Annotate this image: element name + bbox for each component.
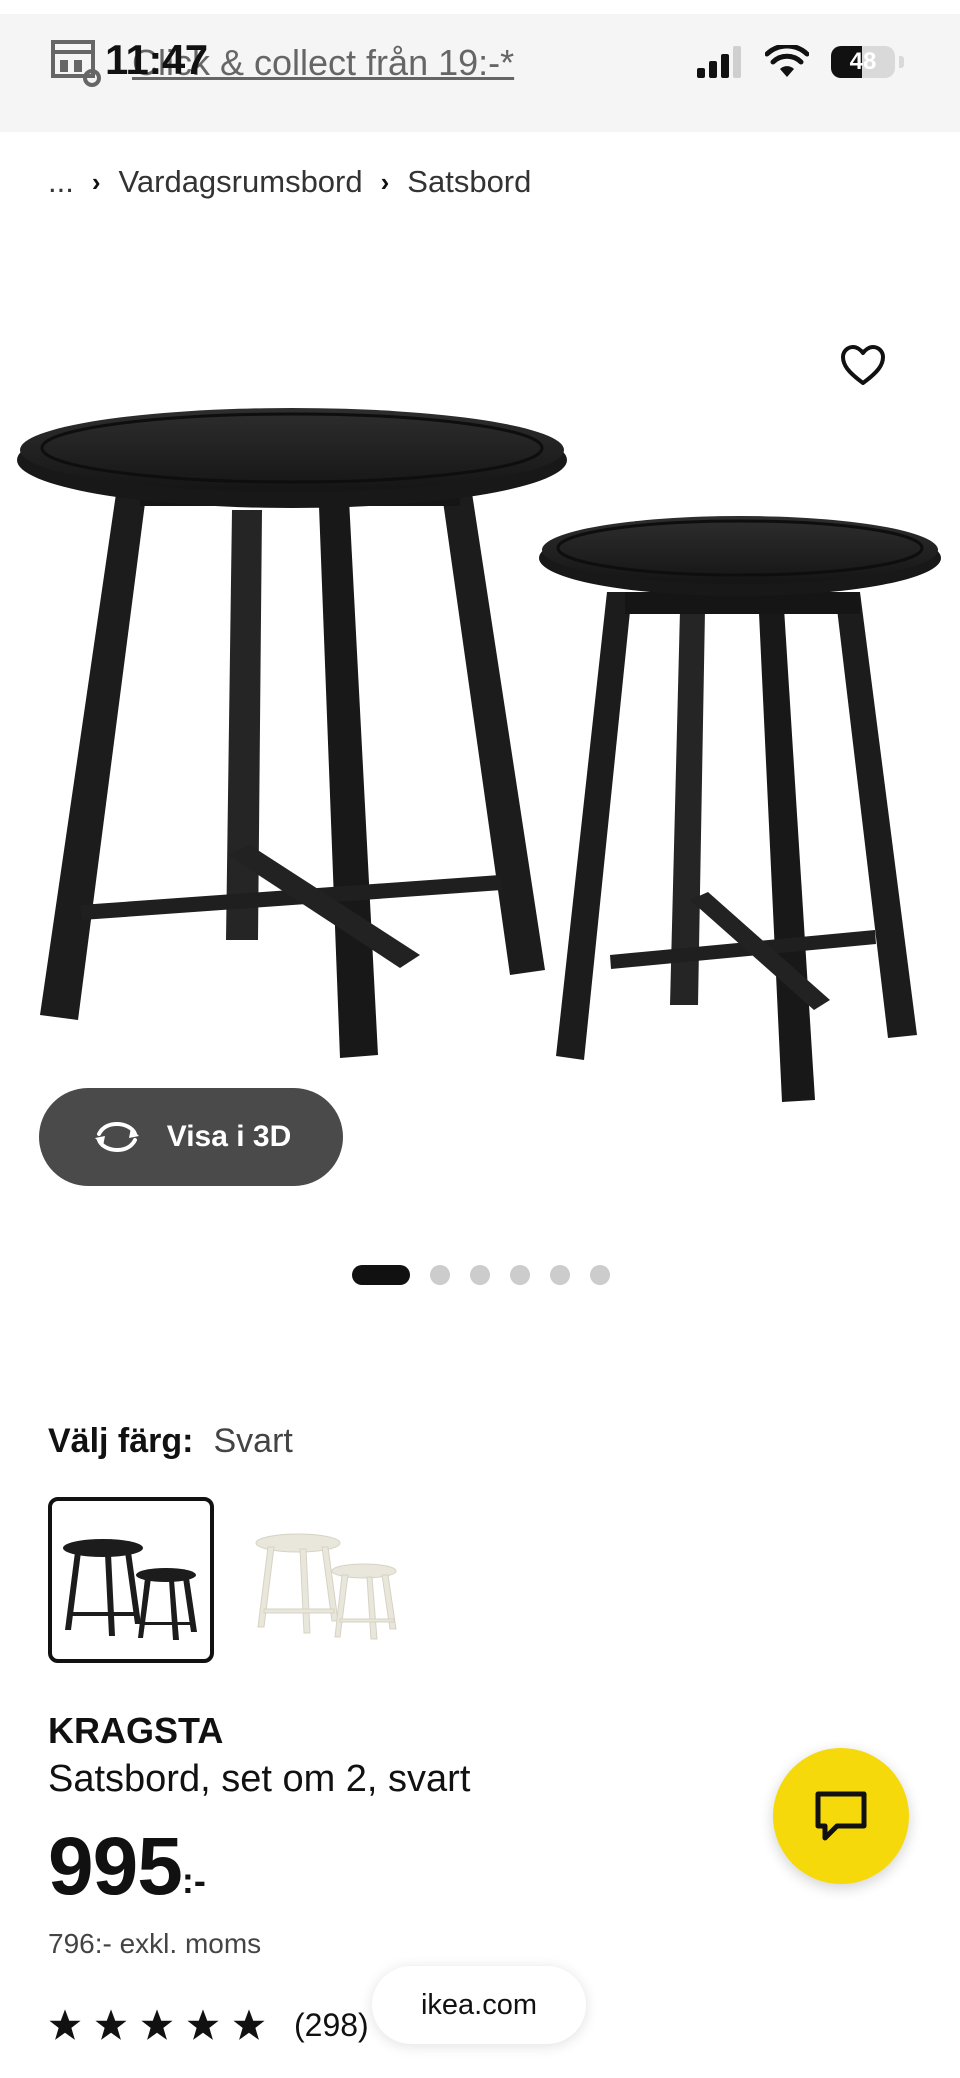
favorite-button[interactable] <box>828 330 898 400</box>
signal-icon <box>697 46 741 78</box>
large-table <box>17 408 567 1058</box>
battery-nub <box>899 56 904 68</box>
view-3d-button[interactable]: Visa i 3D <box>39 1088 343 1186</box>
carousel-dot-6[interactable] <box>590 1265 610 1285</box>
star-icon <box>95 2009 127 2040</box>
selected-color: Svart <box>213 1421 293 1460</box>
price-suffix: :- <box>181 1860 206 1901</box>
store-icon <box>51 40 101 87</box>
breadcrumb-item-vardagsrumsbord[interactable]: Vardagsrumsbord <box>119 164 363 200</box>
product-price: 995 :- <box>48 1822 206 1912</box>
color-option-white[interactable] <box>244 1497 410 1663</box>
carousel-dot-3[interactable] <box>470 1265 490 1285</box>
url-text: ikea.com <box>420 1988 538 2021</box>
carousel-dot-2[interactable] <box>430 1265 450 1285</box>
breadcrumb-ellipsis[interactable]: ... <box>48 164 74 200</box>
battery-icon: 48 <box>831 46 895 78</box>
breadcrumb: ... › Vardagsrumsbord › Satsbord <box>48 160 531 204</box>
color-label: Välj färg: <box>48 1421 194 1460</box>
view-3d-label: Visa i 3D <box>166 1120 292 1153</box>
carousel-dot-1[interactable] <box>352 1265 410 1285</box>
star-icon <box>49 2009 81 2040</box>
color-option-black[interactable] <box>48 1497 214 1663</box>
star-icon <box>233 2009 265 2040</box>
price-integer: 995 <box>48 1821 183 1912</box>
star-icon <box>141 2009 173 2040</box>
star-icon <box>187 2009 219 2040</box>
price-excluding-vat: 796:- exkl. moms <box>48 1928 262 1959</box>
chevron-right-icon: › <box>91 166 101 197</box>
chat-bubble-icon <box>815 1791 867 1841</box>
black-tables-thumbnail <box>63 1539 197 1640</box>
product-rating[interactable]: (298) <box>48 2002 369 2048</box>
product-name: KRAGSTA <box>48 1710 224 1751</box>
chat-button[interactable] <box>773 1748 909 1884</box>
white-tables-thumbnail <box>255 1533 397 1640</box>
rating-count[interactable]: (298) <box>294 2007 369 2044</box>
product-description: Satsbord, set om 2, svart <box>48 1758 471 1800</box>
heart-icon <box>841 345 885 385</box>
color-selector-header: Välj färg: Svart <box>48 1416 293 1466</box>
wifi-icon <box>765 45 809 77</box>
carousel-indicator <box>352 1264 610 1286</box>
product-image[interactable] <box>0 300 960 1120</box>
chevron-right-icon: › <box>380 166 390 197</box>
rotate-3d-icon <box>94 1121 139 1153</box>
browser-url-bar[interactable]: ikea.com <box>372 1966 586 2044</box>
breadcrumb-item-satsbord[interactable]: Satsbord <box>407 164 531 200</box>
small-table <box>539 516 941 1102</box>
battery-level: 48 <box>849 48 877 75</box>
carousel-dot-4[interactable] <box>510 1265 530 1285</box>
status-icons: 48 <box>697 40 904 84</box>
carousel-dot-5[interactable] <box>550 1265 570 1285</box>
status-time: 11:47 <box>105 36 208 83</box>
